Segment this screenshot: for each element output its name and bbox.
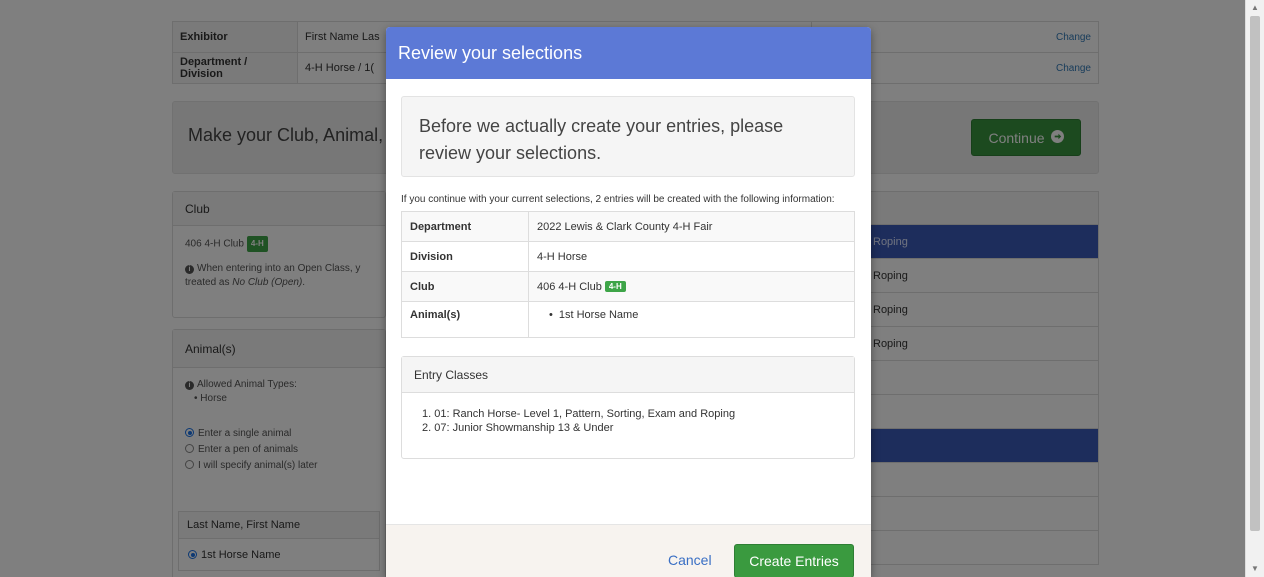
animals-label: Animal(s) xyxy=(401,301,529,338)
club-value: 406 4-H Club xyxy=(537,280,602,293)
page-scrollbar[interactable]: ▲ ▼ xyxy=(1245,0,1264,577)
entry-classes-panel: Entry Classes 1. 01: Ranch Horse- Level … xyxy=(401,356,855,459)
entry-class-item: 1. 01: Ranch Horse- Level 1, Pattern, So… xyxy=(422,408,736,420)
entry-class-item: 2. 07: Junior Showmanship 13 & Under xyxy=(422,422,614,434)
club-label: Club xyxy=(401,271,529,302)
department-row: Department 2022 Lewis & Clark County 4-H… xyxy=(401,211,855,242)
animals-value-cell: 1st Horse Name xyxy=(528,301,855,338)
animals-row: Animal(s) 1st Horse Name xyxy=(401,301,855,338)
scroll-down-arrow-icon[interactable]: ▼ xyxy=(1246,561,1264,577)
club-row: Club 406 4-H Club 4-H xyxy=(401,271,855,302)
review-message: Before we actually create your entries, … xyxy=(401,96,855,177)
club-value-cell: 406 4-H Club 4-H xyxy=(528,271,855,302)
animal-value: 1st Horse Name xyxy=(549,309,638,321)
modal-title: Review your selections xyxy=(386,27,871,79)
cancel-button[interactable]: Cancel xyxy=(668,552,712,568)
division-label: Division xyxy=(401,241,529,272)
club-badge: 4-H xyxy=(604,281,626,293)
entries-intro-text: If you continue with your current select… xyxy=(401,194,835,205)
entry-classes-title: Entry Classes xyxy=(402,357,854,393)
review-selections-modal: Review your selections Before we actuall… xyxy=(386,27,871,577)
modal-body: Before we actually create your entries, … xyxy=(386,79,871,459)
department-value: 2022 Lewis & Clark County 4-H Fair xyxy=(528,211,855,242)
scroll-up-arrow-icon[interactable]: ▲ xyxy=(1246,0,1264,16)
division-value: 4-H Horse xyxy=(528,241,855,272)
create-entries-button[interactable]: Create Entries xyxy=(734,544,854,577)
scroll-thumb[interactable] xyxy=(1250,16,1260,531)
division-row: Division 4-H Horse xyxy=(401,241,855,272)
entry-classes-list: 1. 01: Ranch Horse- Level 1, Pattern, So… xyxy=(402,393,854,435)
modal-footer: Cancel Create Entries xyxy=(386,524,871,577)
entry-details-table: Department 2022 Lewis & Clark County 4-H… xyxy=(401,211,855,338)
department-label: Department xyxy=(401,211,529,242)
